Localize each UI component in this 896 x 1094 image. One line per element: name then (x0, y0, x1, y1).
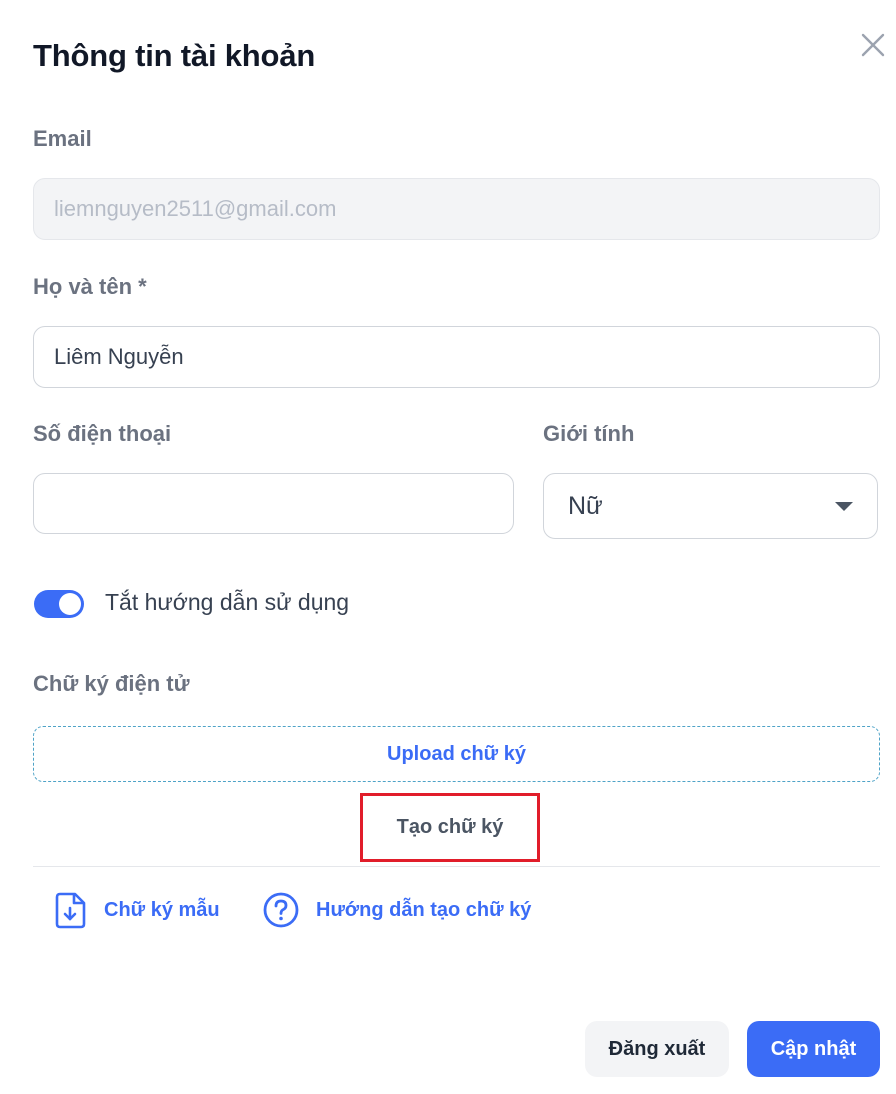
upload-signature-button[interactable]: Upload chữ ký (33, 726, 880, 782)
help-icon (263, 892, 299, 928)
divider (33, 866, 880, 867)
file-download-icon (55, 892, 86, 929)
guide-toggle[interactable] (34, 590, 84, 618)
guide-toggle-label: Tắt hướng dẫn sử dụng (105, 589, 350, 615)
email-field: liemnguyen2511@gmail.com (33, 178, 880, 240)
update-button[interactable]: Cập nhật (747, 1021, 880, 1077)
create-signature-label: Tạo chữ ký (396, 816, 504, 838)
gender-label: Giới tính (543, 421, 635, 446)
phone-label: Số điện thoại (33, 421, 172, 446)
dialog-title: Thông tin tài khoản (33, 38, 316, 73)
sample-signature-label: Chữ ký mẫu (104, 898, 220, 921)
sample-signature-link[interactable]: Chữ ký mẫu (54, 890, 220, 930)
full-name-label: Họ và tên * (33, 274, 147, 299)
email-label: Email (33, 126, 92, 151)
phone-field[interactable] (33, 473, 514, 534)
create-signature-button[interactable]: Tạo chữ ký (360, 793, 540, 862)
signature-label: Chữ ký điện tử (33, 671, 190, 696)
toggle-knob (59, 593, 81, 615)
signature-guide-label: Hướng dẫn tạo chữ ký (316, 898, 532, 921)
logout-button[interactable]: Đăng xuất (585, 1021, 729, 1077)
email-value: liemnguyen2511@gmail.com (54, 196, 337, 221)
gender-select[interactable]: Nữ (543, 473, 878, 539)
full-name-field[interactable]: Liêm Nguyễn (33, 326, 880, 388)
close-icon (861, 33, 885, 57)
upload-signature-label: Upload chữ ký (387, 742, 526, 765)
account-info-dialog: Thông tin tài khoản Email liemnguyen2511… (0, 0, 896, 1094)
gender-value: Nữ (568, 491, 603, 520)
signature-guide-link[interactable]: Hướng dẫn tạo chữ ký (262, 890, 531, 930)
chevron-down-icon (835, 502, 853, 511)
full-name-value: Liêm Nguyễn (54, 344, 184, 369)
close-button[interactable] (858, 30, 888, 60)
